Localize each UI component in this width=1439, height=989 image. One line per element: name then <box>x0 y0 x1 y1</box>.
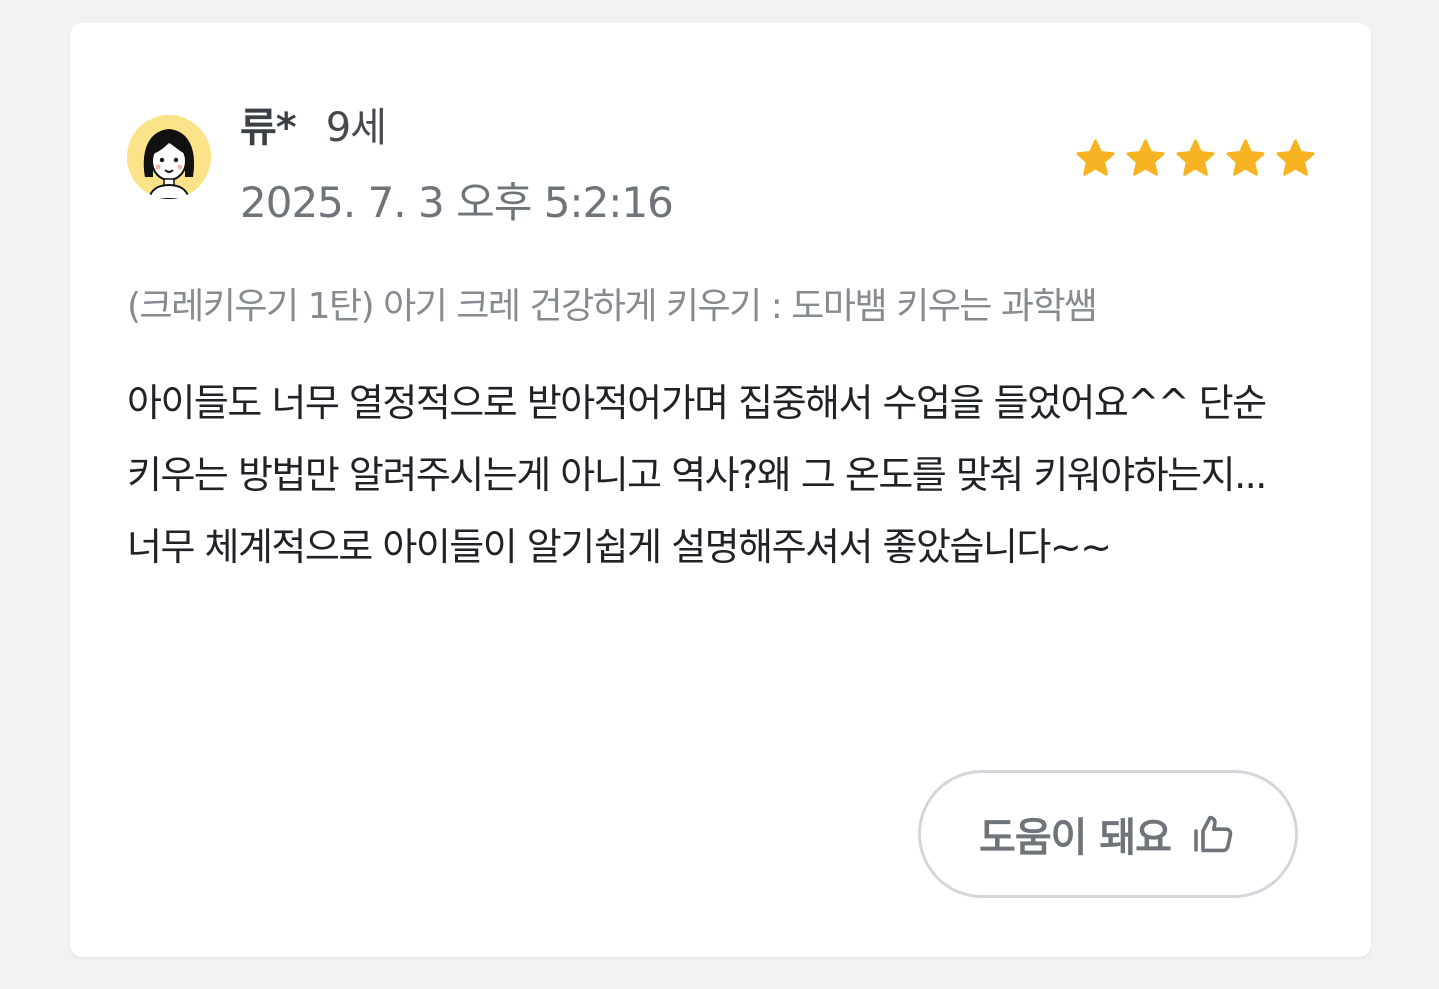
reviewer-info: 류* 9세 <box>240 95 387 151</box>
reviewer-age: 9세 <box>325 105 387 151</box>
girl-avatar-icon <box>127 115 211 199</box>
star-icon <box>1274 137 1317 180</box>
helpful-button[interactable]: 도움이 돼요 <box>918 770 1298 898</box>
review-card: 류* 9세 2025. 7. 3 오후 5:2:16 (크레키우기 1탄) 아기… <box>70 23 1371 957</box>
review-timestamp: 2025. 7. 3 오후 5:2:16 <box>240 178 674 227</box>
course-title[interactable]: (크레키우기 1탄) 아기 크레 건강하게 키우기 : 도마뱀 키우는 과학쌤 <box>127 277 1097 329</box>
helpful-label: 도움이 돼요 <box>979 815 1172 861</box>
star-rating <box>1074 137 1317 180</box>
review-text: 아이들도 너무 열정적으로 받아적어가며 집중해서 수업을 들었어요^^ 단순 … <box>127 381 1267 569</box>
reviewer-name: 류* <box>240 105 297 151</box>
star-icon <box>1174 137 1217 180</box>
star-icon <box>1124 137 1167 180</box>
star-icon <box>1074 137 1117 180</box>
thumbs-up-icon <box>1189 810 1237 858</box>
star-icon <box>1224 137 1267 180</box>
